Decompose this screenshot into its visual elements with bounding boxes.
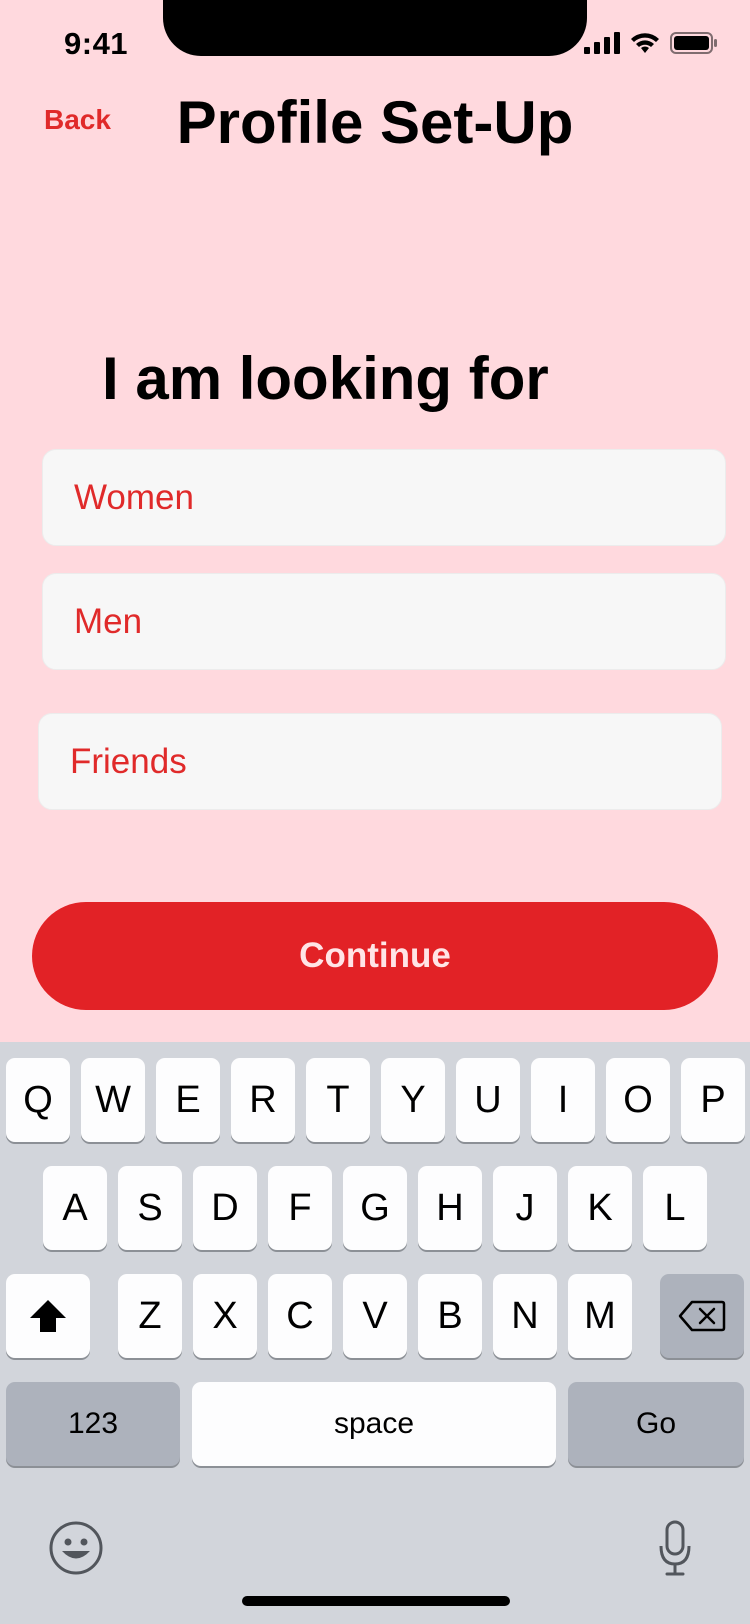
key-x[interactable]: X (193, 1274, 257, 1358)
question-heading: I am looking for (102, 345, 549, 412)
key-g[interactable]: G (343, 1166, 407, 1250)
key-a[interactable]: A (43, 1166, 107, 1250)
microphone-button[interactable] (658, 1520, 692, 1583)
key-d[interactable]: D (193, 1166, 257, 1250)
key-n[interactable]: N (493, 1274, 557, 1358)
delete-icon (678, 1300, 726, 1332)
emoji-icon (49, 1521, 103, 1575)
shift-key[interactable] (6, 1274, 90, 1358)
emoji-button[interactable] (48, 1520, 104, 1581)
notch (163, 0, 587, 56)
space-key[interactable]: space (192, 1382, 556, 1466)
home-indicator (242, 1596, 510, 1606)
go-key[interactable]: Go (568, 1382, 744, 1466)
status-time: 9:41 (64, 26, 129, 61)
option-friends[interactable]: Friends (38, 713, 722, 810)
key-e[interactable]: E (156, 1058, 220, 1142)
shift-icon (30, 1300, 66, 1332)
key-c[interactable]: C (268, 1274, 332, 1358)
key-u[interactable]: U (456, 1058, 520, 1142)
key-v[interactable]: V (343, 1274, 407, 1358)
option-men[interactable]: Men (42, 573, 726, 670)
numbers-key[interactable]: 123 (6, 1382, 180, 1466)
key-k[interactable]: K (568, 1166, 632, 1250)
key-b[interactable]: B (418, 1274, 482, 1358)
key-o[interactable]: O (606, 1058, 670, 1142)
key-y[interactable]: Y (381, 1058, 445, 1142)
microphone-icon (659, 1520, 691, 1576)
key-m[interactable]: M (568, 1274, 632, 1358)
keyboard: Q W E R T Y U I O P A S D F G H J K L Z … (0, 1042, 750, 1624)
key-q[interactable]: Q (6, 1058, 70, 1142)
delete-key[interactable] (660, 1274, 744, 1358)
key-s[interactable]: S (118, 1166, 182, 1250)
key-p[interactable]: P (681, 1058, 745, 1142)
key-r[interactable]: R (231, 1058, 295, 1142)
key-f[interactable]: F (268, 1166, 332, 1250)
key-h[interactable]: H (418, 1166, 482, 1250)
battery-icon (670, 32, 717, 54)
status-icons (584, 32, 718, 54)
key-l[interactable]: L (643, 1166, 707, 1250)
page-title: Profile Set-Up (176, 89, 574, 156)
signal-icon (584, 32, 620, 54)
wifi-icon (631, 33, 659, 53)
option-women[interactable]: Women (42, 449, 726, 546)
key-z[interactable]: Z (118, 1274, 182, 1358)
key-i[interactable]: I (531, 1058, 595, 1142)
key-j[interactable]: J (493, 1166, 557, 1250)
key-t[interactable]: T (306, 1058, 370, 1142)
key-w[interactable]: W (81, 1058, 145, 1142)
continue-button[interactable]: Continue (32, 902, 718, 1010)
